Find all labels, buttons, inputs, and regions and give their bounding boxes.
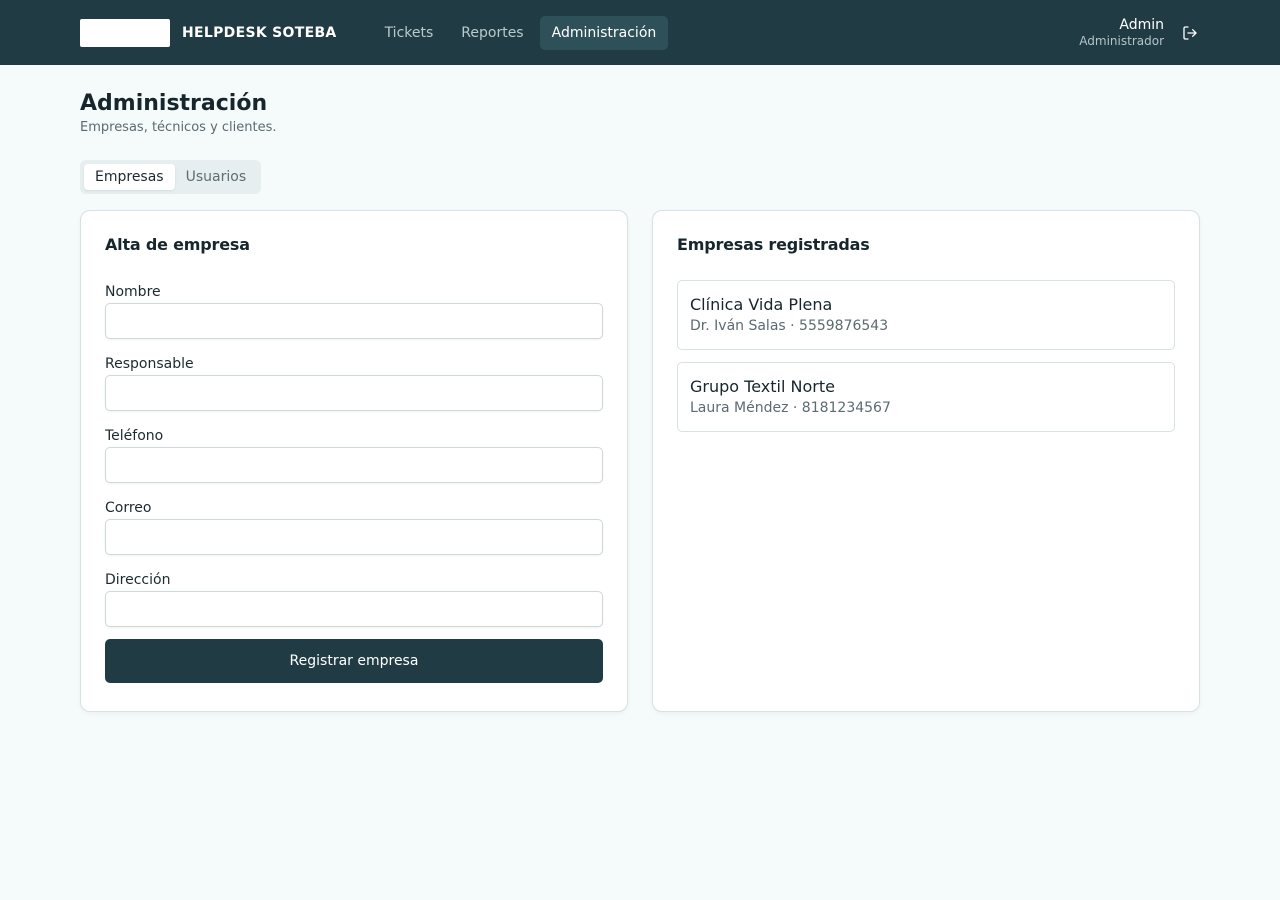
- company-form-card: Alta de empresa Nombre Responsable Teléf…: [80, 210, 628, 712]
- tab-usuarios[interactable]: Usuarios: [175, 164, 258, 190]
- field-nombre: Nombre: [105, 284, 603, 339]
- user-role: Administrador: [1079, 33, 1164, 48]
- logout-button[interactable]: [1180, 23, 1200, 43]
- field-telefono: Teléfono: [105, 428, 603, 483]
- tab-empresas[interactable]: Empresas: [84, 164, 175, 190]
- logout-icon: [1183, 25, 1197, 40]
- label-correo: Correo: [105, 500, 152, 516]
- company-list: Clínica Vida Plena Dr. Iván Salas · 5559…: [677, 280, 1175, 432]
- company-name: Grupo Textil Norte: [690, 377, 835, 396]
- user-name: Admin: [1119, 16, 1164, 33]
- top-navbar: HELPDESK SOTEBA Tickets Reportes Adminis…: [0, 0, 1280, 65]
- label-responsable: Responsable: [105, 356, 194, 372]
- label-direccion: Dirección: [105, 572, 171, 588]
- nav-tickets[interactable]: Tickets: [373, 16, 446, 50]
- brand-name: HELPDESK SOTEBA: [182, 24, 337, 41]
- user-menu: Admin Administrador: [1079, 0, 1200, 65]
- company-form: Nombre Responsable Teléfono Correo Direc…: [105, 284, 603, 683]
- nav-administracion[interactable]: Administración: [539, 15, 669, 50]
- list-item[interactable]: Clínica Vida Plena Dr. Iván Salas · 5559…: [677, 280, 1175, 350]
- form-title: Alta de empresa: [105, 235, 250, 254]
- nav-reportes[interactable]: Reportes: [449, 16, 535, 50]
- main-nav: Tickets Reportes Administración: [373, 15, 669, 50]
- direccion-input[interactable]: [105, 591, 603, 627]
- company-meta: Dr. Iván Salas · 5559876543: [690, 318, 889, 334]
- field-direccion: Dirección: [105, 572, 603, 627]
- logo: [80, 18, 170, 47]
- content-grid: Alta de empresa Nombre Responsable Teléf…: [80, 210, 1200, 712]
- label-nombre: Nombre: [105, 284, 161, 300]
- user-info: Admin Administrador: [1079, 17, 1164, 49]
- admin-tabs: Empresas Usuarios: [80, 160, 262, 194]
- page-title: Administración: [80, 91, 268, 116]
- correo-input[interactable]: [105, 519, 603, 555]
- company-name: Clínica Vida Plena: [690, 295, 833, 314]
- label-telefono: Teléfono: [105, 428, 164, 444]
- nombre-input[interactable]: [105, 303, 603, 339]
- list-item[interactable]: Grupo Textil Norte Laura Méndez · 818123…: [677, 362, 1175, 432]
- field-correo: Correo: [105, 500, 603, 555]
- page-header: Administración Empresas, técnicos y clie…: [0, 65, 1280, 135]
- field-responsable: Responsable: [105, 356, 603, 411]
- register-company-button[interactable]: Registrar empresa: [105, 639, 603, 683]
- companies-title: Empresas registradas: [677, 235, 870, 254]
- telefono-input[interactable]: [105, 447, 603, 483]
- page-subtitle: Empresas, técnicos y clientes.: [80, 120, 277, 135]
- companies-list-card: Empresas registradas Clínica Vida Plena …: [652, 210, 1200, 712]
- responsable-input[interactable]: [105, 375, 603, 411]
- company-meta: Laura Méndez · 8181234567: [690, 400, 891, 416]
